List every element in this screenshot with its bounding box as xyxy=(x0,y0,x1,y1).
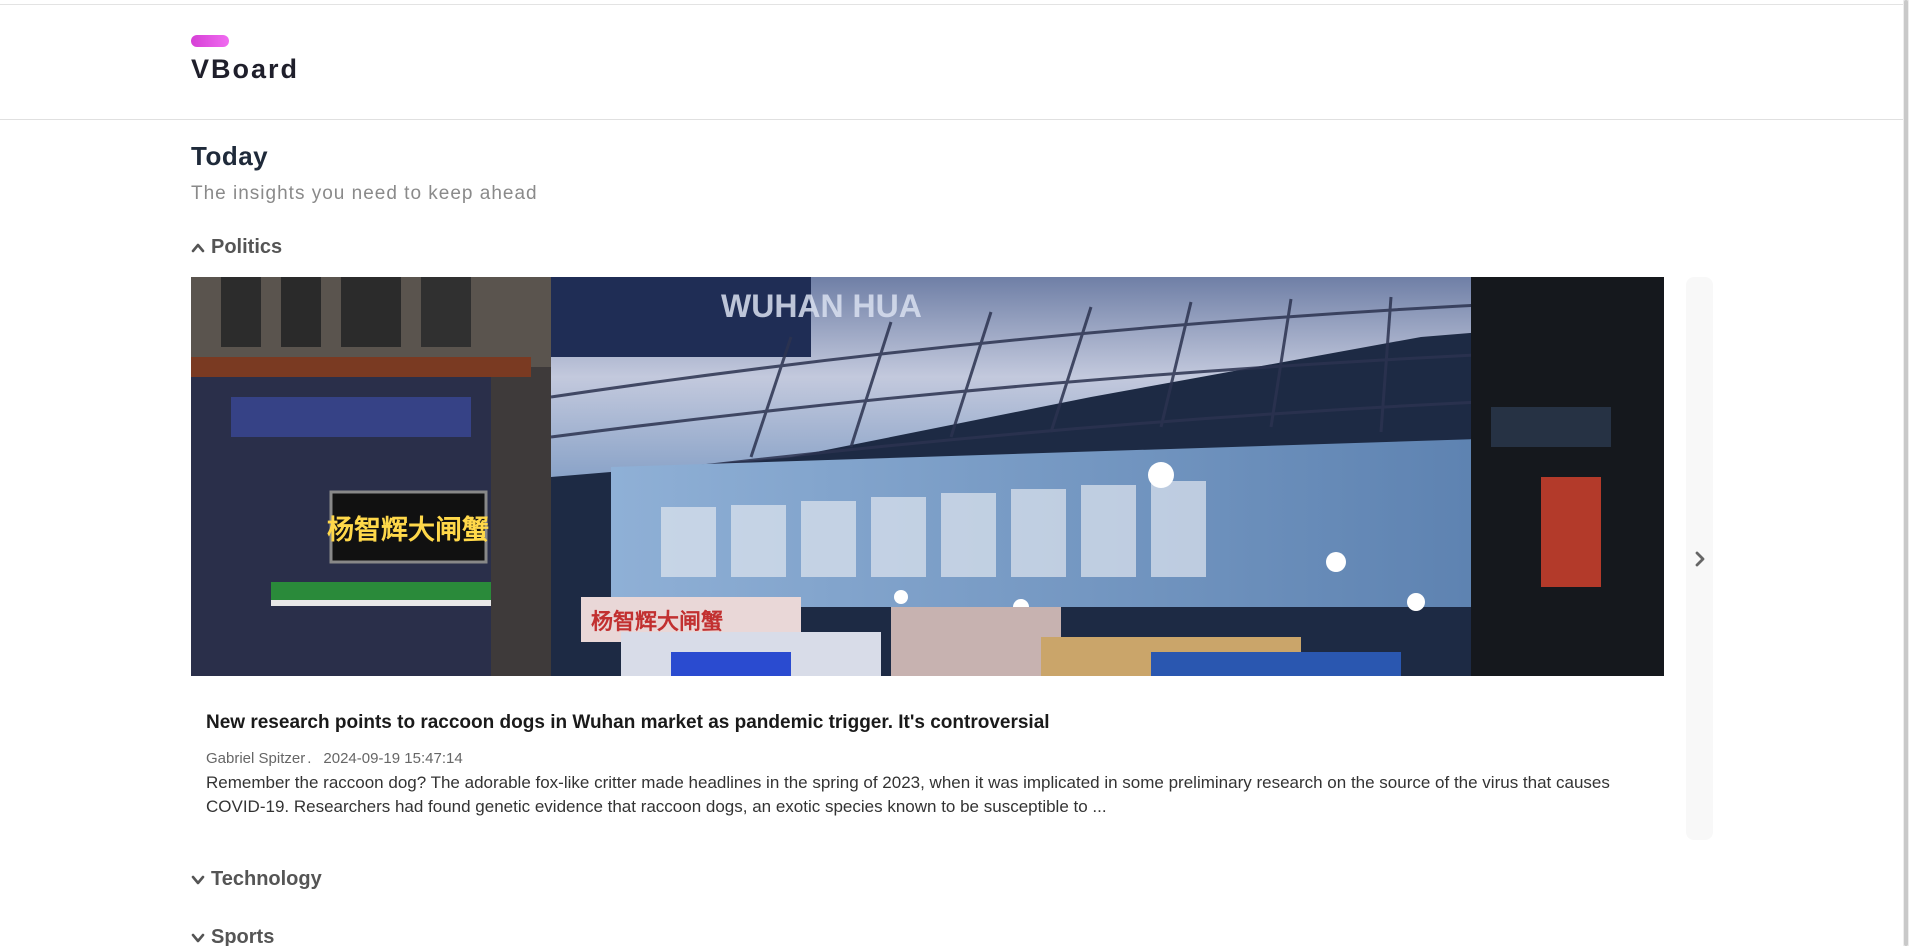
article-summary: Remember the raccoon dog? The adorable f… xyxy=(206,773,1610,816)
app-header: VBoard xyxy=(0,5,1909,120)
article-meta: Gabriel Spitzer. 2024-09-19 15:47:14 xyxy=(206,750,463,767)
featured-article-card[interactable]: 杨智辉大闸蟹 WUHAN HUA 杨智辉大闸蟹 New research poi… xyxy=(191,277,1664,840)
brand-name[interactable]: VBoard xyxy=(191,54,299,85)
chevron-down-icon xyxy=(191,931,205,945)
page: VBoard Today The insights you need to ke… xyxy=(0,0,1909,946)
section-toggle-politics[interactable]: Politics xyxy=(191,236,282,259)
meta-separator: . xyxy=(307,750,312,767)
chevron-right-icon xyxy=(1695,551,1705,567)
page-title: Today xyxy=(191,141,269,171)
section-label: Sports xyxy=(211,926,275,946)
scrollbar[interactable] xyxy=(1903,0,1909,946)
section-label: Technology xyxy=(211,868,322,890)
article-timestamp: 2024-09-19 15:47:14 xyxy=(323,750,463,767)
section-label: Politics xyxy=(211,236,283,258)
chevron-down-icon xyxy=(191,873,205,887)
logo-icon xyxy=(191,35,229,47)
section-toggle-technology[interactable]: Technology xyxy=(191,868,322,891)
carousel-next-button[interactable] xyxy=(1686,277,1713,840)
page-subtitle: The insights you need to keep ahead xyxy=(191,183,538,204)
section-toggle-sports[interactable]: Sports xyxy=(191,926,274,946)
banner-text: 杨智辉大闸蟹 xyxy=(591,609,723,635)
article-image[interactable]: 杨智辉大闸蟹 WUHAN HUA 杨智辉大闸蟹 xyxy=(191,277,1664,676)
sign-text: WUHAN HUA xyxy=(721,288,922,324)
article-title[interactable]: New research points to raccoon dogs in W… xyxy=(206,712,1050,734)
market-photo: 杨智辉大闸蟹 WUHAN HUA 杨智辉大闸蟹 xyxy=(191,277,1664,676)
chevron-up-icon xyxy=(191,241,205,255)
shop-sign-text: 杨智辉大闸蟹 xyxy=(327,515,489,546)
article-author: Gabriel Spitzer xyxy=(206,750,306,767)
scrollbar-thumb[interactable] xyxy=(1904,0,1908,946)
